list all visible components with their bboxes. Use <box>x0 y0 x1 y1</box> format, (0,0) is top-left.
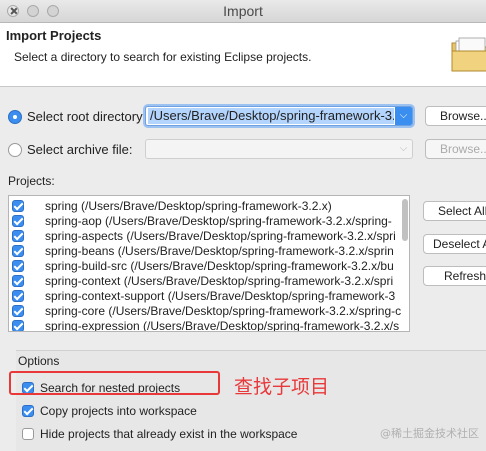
projects-label: Projects: <box>8 174 55 188</box>
project-checkbox[interactable] <box>12 289 24 302</box>
project-checkbox[interactable] <box>12 259 24 272</box>
project-label: spring-beans (/Users/Brave/Desktop/sprin… <box>45 243 394 258</box>
wizard-header: Import Projects Select a directory to se… <box>0 23 486 87</box>
archive-file-combo[interactable]: ⌵ <box>145 139 413 159</box>
copy-into-workspace-checkbox[interactable] <box>22 405 34 417</box>
project-checkbox[interactable] <box>12 229 24 242</box>
list-item[interactable]: spring-build-src (/Users/Brave/Desktop/s… <box>9 258 399 273</box>
root-directory-label: Select root directory: <box>27 109 147 124</box>
copy-into-workspace-option[interactable]: Copy projects into workspace <box>22 404 197 418</box>
project-checkbox[interactable] <box>12 214 24 227</box>
copy-into-workspace-label: Copy projects into workspace <box>40 404 197 418</box>
root-directory-value[interactable]: /Users/Brave/Desktop/spring-framework-3.… <box>148 108 394 124</box>
project-label: spring-context (/Users/Brave/Desktop/spr… <box>45 273 394 288</box>
root-directory-combo[interactable]: /Users/Brave/Desktop/spring-framework-3.… <box>145 106 413 126</box>
project-checkbox[interactable] <box>12 304 24 317</box>
list-item[interactable]: spring-aop (/Users/Brave/Desktop/spring-… <box>9 213 399 228</box>
chevron-down-icon[interactable]: ⌵ <box>395 107 412 125</box>
hide-existing-checkbox[interactable] <box>22 428 34 440</box>
root-directory-radio[interactable] <box>8 109 22 124</box>
annotation-text: 查找子项目 <box>234 376 330 398</box>
project-checkbox[interactable] <box>12 274 24 287</box>
hide-existing-option[interactable]: Hide projects that already exist in the … <box>22 427 297 441</box>
project-checkbox[interactable] <box>12 319 24 331</box>
browse-root-button[interactable]: Browse... <box>425 106 486 126</box>
page-title: Import Projects <box>6 28 102 43</box>
root-directory-radio-row[interactable]: Select root directory: <box>8 109 146 124</box>
project-label: spring (/Users/Brave/Desktop/spring-fram… <box>45 198 332 213</box>
archive-file-radio-row[interactable]: Select archive file: <box>8 142 133 157</box>
folder-icon <box>451 37 486 72</box>
select-all-button[interactable]: Select All <box>423 201 486 221</box>
watermark: @稀土掘金技术社区 <box>380 427 479 440</box>
list-scrollbar[interactable] <box>402 199 408 241</box>
list-item[interactable]: spring-aspects (/Users/Brave/Desktop/spr… <box>9 228 399 243</box>
archive-file-label: Select archive file: <box>27 142 133 157</box>
options-label: Options <box>18 354 60 368</box>
list-item[interactable]: spring-context-support (/Users/Brave/Des… <box>9 288 399 303</box>
project-checkbox[interactable] <box>12 244 24 257</box>
chevron-down-icon[interactable]: ⌵ <box>395 140 412 158</box>
list-item[interactable]: spring (/Users/Brave/Desktop/spring-fram… <box>9 198 399 213</box>
list-item[interactable]: spring-core (/Users/Brave/Desktop/spring… <box>9 303 402 318</box>
archive-file-radio[interactable] <box>8 142 22 157</box>
project-label: spring-aop (/Users/Brave/Desktop/spring-… <box>45 213 392 228</box>
browse-archive-button[interactable]: Browse... <box>425 139 486 159</box>
project-label: spring-aspects (/Users/Brave/Desktop/spr… <box>45 228 396 243</box>
projects-list[interactable]: spring (/Users/Brave/Desktop/spring-fram… <box>8 195 410 332</box>
list-item[interactable]: spring-beans (/Users/Brave/Desktop/sprin… <box>9 243 399 258</box>
deselect-all-button[interactable]: Deselect All <box>423 234 486 254</box>
page-description: Select a directory to search for existin… <box>14 50 312 64</box>
list-item[interactable]: spring-expression (/Users/Brave/Desktop/… <box>9 318 400 332</box>
title-bar: Import <box>0 0 486 23</box>
annotation-highlight-box <box>9 371 220 395</box>
list-item[interactable]: spring-context (/Users/Brave/Desktop/spr… <box>9 273 399 288</box>
project-label: spring-expression (/Users/Brave/Desktop/… <box>45 318 400 332</box>
project-checkbox[interactable] <box>12 199 24 212</box>
project-label: spring-core (/Users/Brave/Desktop/spring… <box>45 303 402 318</box>
refresh-button[interactable]: Refresh <box>423 266 486 286</box>
project-label: spring-context-support (/Users/Brave/Des… <box>45 288 396 303</box>
hide-existing-label: Hide projects that already exist in the … <box>40 427 298 441</box>
project-label: spring-build-src (/Users/Brave/Desktop/s… <box>45 258 394 273</box>
archive-file-value[interactable] <box>148 141 394 157</box>
window-title: Import <box>223 3 263 19</box>
